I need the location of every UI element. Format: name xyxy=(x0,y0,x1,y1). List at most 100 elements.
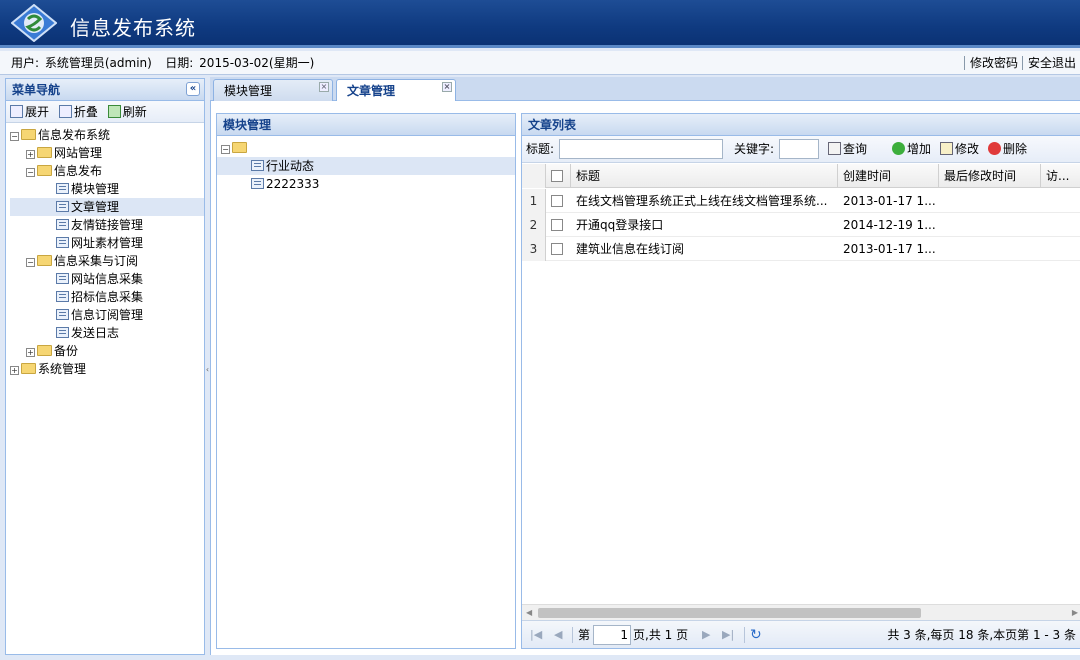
collapse-node-icon[interactable]: − xyxy=(26,168,35,177)
column-header-title[interactable]: 标题 xyxy=(571,164,838,188)
refresh-page-icon[interactable]: ↻ xyxy=(750,621,762,649)
edit-icon xyxy=(940,142,953,155)
scrollbar-thumb[interactable] xyxy=(538,608,921,618)
next-page-icon[interactable]: ▶ xyxy=(702,621,710,649)
row-checkbox[interactable] xyxy=(546,237,571,261)
user-info-bar: 用户: 系统管理员(admin) 日期: 2015-03-02(星期一) 修改密… xyxy=(0,51,1080,75)
page-suffix: 页,共 1 页 xyxy=(633,628,689,642)
document-icon xyxy=(56,327,69,338)
row-modified xyxy=(939,237,1041,261)
document-icon xyxy=(56,183,69,194)
row-created: 2014-12-19 1... xyxy=(843,218,936,232)
folder-open-icon xyxy=(37,255,52,266)
table-row[interactable]: 1 在线文档管理系统正式上线在线文档管理系统... 2013-01-17 1..… xyxy=(522,189,1080,213)
table-row[interactable]: 3 建筑业信息在线订阅 2013-01-17 1... xyxy=(522,237,1080,261)
menu-panel: 菜单导航 « 展开 折叠 刷新 − 信息发布系统 + 网站管理 − 信息发布 模块管理… xyxy=(5,78,205,655)
expand-icon xyxy=(10,105,23,118)
expand-node-icon[interactable]: + xyxy=(26,348,35,357)
close-tab-icon[interactable]: × xyxy=(319,82,329,92)
refresh-icon xyxy=(107,105,121,118)
article-search-toolbar: 标题: 关键字: 查询 增加 修改 删除 xyxy=(522,136,1080,163)
search-icon xyxy=(828,142,841,155)
keyword-input[interactable] xyxy=(779,139,819,159)
tree-node-url-material[interactable]: 网址素材管理 xyxy=(10,234,204,252)
row-title: 建筑业信息在线订阅 xyxy=(576,242,685,256)
tree-node-article-mgmt[interactable]: 文章管理 xyxy=(10,198,204,216)
article-panel: 文章列表 标题: 关键字: 查询 增加 修改 删除 标题 创建时间 最后修改时间… xyxy=(521,113,1080,649)
tab-article-mgmt[interactable]: 文章管理 × xyxy=(336,79,456,102)
folder-open-icon xyxy=(37,165,52,176)
document-icon xyxy=(56,291,69,302)
tree-node-bid-collect[interactable]: 招标信息采集 xyxy=(10,288,204,306)
row-modified xyxy=(939,213,1041,237)
user-label: 用户: xyxy=(11,56,40,70)
last-page-icon[interactable]: ▶| xyxy=(722,621,734,649)
document-icon xyxy=(251,160,264,171)
page-prefix: 第 xyxy=(578,628,591,642)
tree-node-collect-subscribe[interactable]: − 信息采集与订阅 xyxy=(10,252,204,270)
row-checkbox[interactable] xyxy=(546,189,571,213)
horizontal-scrollbar[interactable]: ◀ ▶ xyxy=(522,604,1080,620)
app-logo-icon xyxy=(11,4,57,42)
tree-node-system-mgmt[interactable]: + 系统管理 xyxy=(10,360,204,378)
change-password-link[interactable]: 修改密码 xyxy=(963,56,1022,70)
scroll-right-icon[interactable]: ▶ xyxy=(1072,608,1078,617)
expand-button[interactable]: 展开 xyxy=(10,101,49,123)
folder-icon xyxy=(21,363,36,374)
keyword-label: 关键字: xyxy=(734,142,775,156)
pager-summary: 共 3 条,每页 18 条,本页第 1 - 3 条 xyxy=(887,628,1076,642)
tree-node-info-publish[interactable]: − 信息发布 xyxy=(10,162,204,180)
tree-node-site-collect[interactable]: 网站信息采集 xyxy=(10,270,204,288)
row-created: 2013-01-17 1... xyxy=(843,242,936,256)
select-all-checkbox[interactable] xyxy=(546,164,571,188)
add-icon xyxy=(892,142,905,155)
delete-button[interactable]: 删除 xyxy=(988,136,1027,163)
logout-link[interactable]: 安全退出 xyxy=(1021,56,1080,70)
collapse-node-icon[interactable]: − xyxy=(10,132,19,141)
tree-node-send-log[interactable]: 发送日志 xyxy=(10,324,204,342)
edit-button[interactable]: 修改 xyxy=(940,136,979,163)
folder-icon xyxy=(37,147,52,158)
tree-node-module-mgmt[interactable]: 模块管理 xyxy=(10,180,204,198)
table-row[interactable]: 2 开通qq登录接口 2014-12-19 1... xyxy=(522,213,1080,237)
column-header-visits[interactable]: 访... xyxy=(1041,164,1080,188)
tree-node-friend-links[interactable]: 友情链接管理 xyxy=(10,216,204,234)
column-header-modified[interactable]: 最后修改时间 xyxy=(939,164,1041,188)
app-title: 信息发布系统 xyxy=(70,16,196,40)
collapse-node-icon[interactable]: − xyxy=(221,145,230,154)
pagination-bar: |◀ ◀ 第 页,共 1 页 ▶ ▶| ↻ 共 3 条,每页 18 条,本页第 … xyxy=(522,620,1080,648)
module-tree-item[interactable]: 2222333 xyxy=(221,175,515,193)
search-title-input[interactable] xyxy=(559,139,723,159)
menu-tree: − 信息发布系统 + 网站管理 − 信息发布 模块管理 文章管理 友情链接管理 网址素… xyxy=(6,123,204,378)
tree-node-backup[interactable]: + 备份 xyxy=(10,342,204,360)
collapse-button[interactable]: 折叠 xyxy=(58,101,98,123)
module-tree-item[interactable]: 行业动态 xyxy=(217,157,515,175)
expand-node-icon[interactable]: + xyxy=(26,150,35,159)
document-icon xyxy=(56,219,69,230)
row-checkbox[interactable] xyxy=(546,213,571,237)
tree-node-website-mgmt[interactable]: + 网站管理 xyxy=(10,144,204,162)
document-icon xyxy=(56,237,69,248)
collapse-panel-icon[interactable]: « xyxy=(186,82,200,96)
search-title-label: 标题: xyxy=(526,142,555,156)
query-button[interactable]: 查询 xyxy=(828,136,867,163)
grid-body: 1 在线文档管理系统正式上线在线文档管理系统... 2013-01-17 1..… xyxy=(522,189,1080,609)
collapse-node-icon[interactable]: − xyxy=(26,258,35,267)
first-page-icon[interactable]: |◀ xyxy=(530,621,542,649)
refresh-button[interactable]: 刷新 xyxy=(107,101,147,123)
tab-module-mgmt[interactable]: 模块管理 × xyxy=(213,79,333,101)
column-header-created[interactable]: 创建时间 xyxy=(838,164,939,188)
page-number-input[interactable] xyxy=(593,625,631,645)
prev-page-icon[interactable]: ◀ xyxy=(554,621,562,649)
module-tree-root[interactable]: − xyxy=(221,139,515,157)
folder-open-icon xyxy=(21,129,36,140)
tree-node-root[interactable]: − 信息发布系统 xyxy=(10,126,204,144)
close-tab-icon[interactable]: × xyxy=(442,82,452,92)
add-button[interactable]: 增加 xyxy=(892,136,931,163)
row-modified xyxy=(939,189,1041,213)
module-panel: 模块管理 − 行业动态 2222333 xyxy=(216,113,516,649)
tree-node-subscribe-mgmt[interactable]: 信息订阅管理 xyxy=(10,306,204,324)
expand-node-icon[interactable]: + xyxy=(10,366,19,375)
scroll-left-icon[interactable]: ◀ xyxy=(526,608,532,617)
app-header: 信息发布系统 xyxy=(0,0,1080,48)
